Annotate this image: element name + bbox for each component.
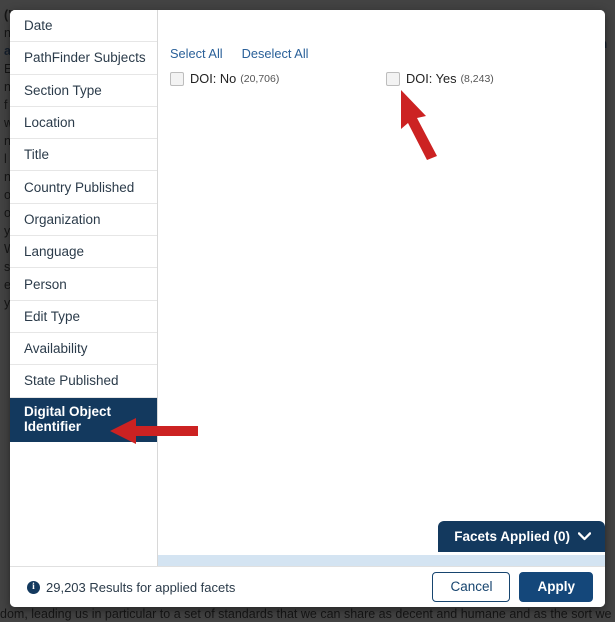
sidebar-item-label: Location <box>24 115 76 131</box>
deselect-all-link[interactable]: Deselect All <box>242 46 309 61</box>
checkbox-icon[interactable] <box>170 71 184 86</box>
cancel-button[interactable]: Cancel <box>432 572 511 602</box>
sidebar-item-country-published[interactable]: Country Published <box>10 171 157 204</box>
sidebar-item-availability[interactable]: Availability <box>10 333 157 366</box>
results-summary-text: 29,203 Results for applied facets <box>46 579 236 595</box>
facet-value-list: DOI: No (20,706) DOI: Yes (8,243) <box>158 71 605 92</box>
facet-values-panel: Select All Deselect All DOI: No (20,706) … <box>158 10 605 555</box>
sidebar-strip-filler <box>10 555 158 566</box>
sidebar-item-digital-object-identifier[interactable]: Digital Object Identifier <box>10 397 157 442</box>
facet-category-sidebar[interactable]: Date PathFinder Subjects Section Type Lo… <box>10 10 158 555</box>
sidebar-item-edit-type[interactable]: Edit Type <box>10 301 157 333</box>
sidebar-item-label: Availability <box>24 341 88 357</box>
sidebar-item-section-type[interactable]: Section Type <box>10 75 157 107</box>
apply-button[interactable]: Apply <box>519 572 593 602</box>
sidebar-item-language[interactable]: Language <box>10 236 157 269</box>
facet-option-count: (20,706) <box>240 72 280 85</box>
panel-bottom-strip <box>158 555 605 566</box>
sidebar-item-label: Language <box>24 244 85 260</box>
facets-applied-button[interactable]: Facets Applied (0) <box>438 521 605 552</box>
select-all-link[interactable]: Select All <box>170 46 223 61</box>
sidebar-item-label: Digital Object Identifier <box>24 404 112 435</box>
sidebar-item-label: Section Type <box>24 82 102 98</box>
results-summary: i 29,203 Results for applied facets <box>27 580 235 595</box>
modal-body: Date PathFinder Subjects Section Type Lo… <box>10 10 605 555</box>
sidebar-item-label: Person <box>24 276 67 292</box>
sidebar-item-date[interactable]: Date <box>10 10 157 43</box>
sidebar-item-person[interactable]: Person <box>10 268 157 301</box>
sidebar-item-organization[interactable]: Organization <box>10 204 157 237</box>
sidebar-item-pathfinder-subjects[interactable]: PathFinder Subjects <box>10 42 157 75</box>
sidebar-item-label: Title <box>24 147 50 163</box>
sidebar-item-state-published[interactable]: State Published <box>10 365 157 398</box>
modal-footer: i 29,203 Results for applied facets Canc… <box>10 566 605 607</box>
chevron-down-icon <box>578 532 591 541</box>
facets-applied-label: Facets Applied (0) <box>454 529 570 544</box>
facet-option-doi-yes[interactable]: DOI: Yes (8,243) <box>386 71 602 86</box>
checkbox-icon[interactable] <box>386 71 400 86</box>
sidebar-item-label: Date <box>24 18 53 34</box>
bulk-selection-links: Select All Deselect All <box>158 46 605 61</box>
sidebar-item-location[interactable]: Location <box>10 107 157 140</box>
sidebar-item-label: Organization <box>24 211 101 227</box>
sidebar-item-label: PathFinder Subjects <box>24 50 146 66</box>
facet-option-count: (8,243) <box>460 72 494 85</box>
facet-option-label: DOI: Yes <box>406 71 457 86</box>
sidebar-item-label: Country Published <box>24 179 135 195</box>
facet-option-doi-no[interactable]: DOI: No (20,706) <box>170 71 386 86</box>
sidebar-item-label: Edit Type <box>24 308 81 324</box>
sidebar-item-label: State Published <box>24 373 119 389</box>
facets-modal: × Date PathFinder Subjects Section Type … <box>10 10 605 607</box>
sidebar-item-title[interactable]: Title <box>10 139 157 172</box>
footer-actions: Cancel Apply <box>432 572 593 602</box>
info-icon: i <box>27 580 40 594</box>
facet-option-label: DOI: No <box>190 71 237 86</box>
